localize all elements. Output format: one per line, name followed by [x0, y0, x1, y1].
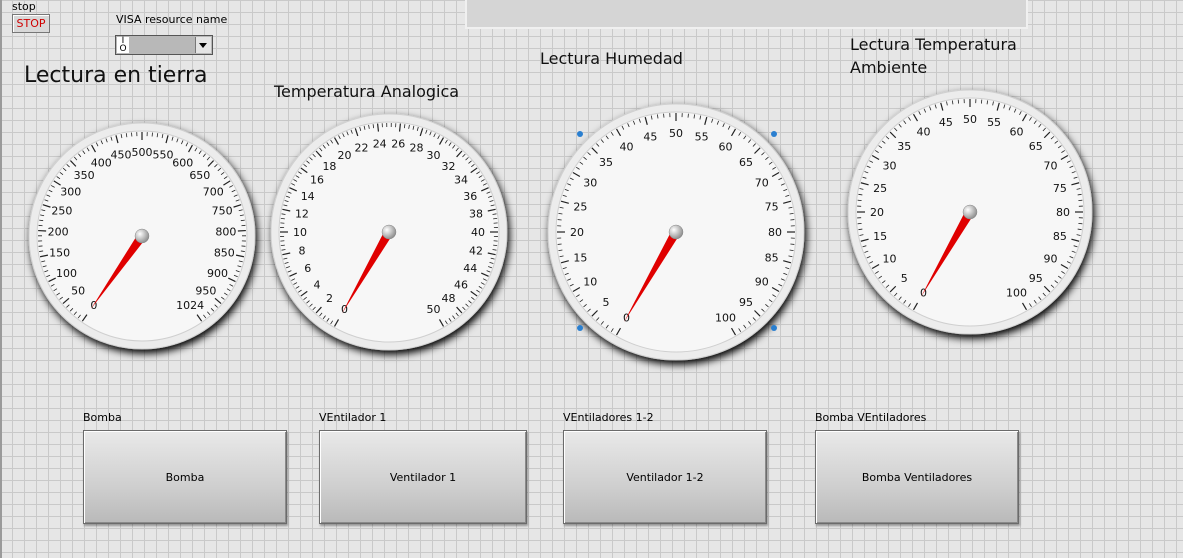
- selection-handle-bottom-left[interactable]: [577, 325, 583, 331]
- gauge-tick-label: 45: [939, 116, 953, 129]
- gauge-tick-label: 10: [882, 253, 896, 266]
- gauge-tick-label: 75: [1053, 182, 1067, 195]
- ventilador-1-button[interactable]: Ventilador 1: [319, 430, 527, 524]
- gauge-tick-label: 35: [897, 140, 911, 153]
- ventiladores-1-2-label: VEntiladores 1-2: [563, 411, 654, 424]
- gauge-tick-label: 80: [1056, 206, 1070, 219]
- selection-handle-top-left[interactable]: [577, 131, 583, 137]
- bomba-label: Bomba: [83, 411, 122, 424]
- gauge-tick-label: 95: [1029, 272, 1043, 285]
- bomba-ventiladores-button[interactable]: Bomba Ventiladores: [815, 430, 1019, 524]
- bomba-button[interactable]: Bomba: [83, 430, 287, 524]
- bomba-ventiladores-label: Bomba VEntiladores: [815, 411, 927, 424]
- gauge-needle-hub: [962, 204, 978, 220]
- gauge-tick-label: 25: [873, 182, 887, 195]
- gauge-tick-label: 15: [873, 230, 887, 243]
- gauge-tick-label: 90: [1044, 253, 1058, 266]
- gauge-tick-label: 70: [1044, 160, 1058, 173]
- ventilador-1-2-button[interactable]: Ventilador 1-2: [563, 430, 767, 524]
- selection-handle-top-right[interactable]: [771, 131, 777, 137]
- gauge-tick-label: 60: [1010, 125, 1024, 138]
- gauge-tick-label: 55: [987, 116, 1001, 129]
- gauge-tick-label: 20: [870, 206, 884, 219]
- gauge-tick-label: 40: [917, 125, 931, 138]
- gauge-tick-label: 5: [901, 272, 908, 285]
- selection-handle-bottom-right[interactable]: [771, 325, 777, 331]
- gauge-tick-label: 30: [882, 160, 896, 173]
- gauge-tick-label: 65: [1029, 140, 1043, 153]
- gauge-tick-label: 100: [1006, 287, 1027, 300]
- gauge-tick-label: 85: [1053, 230, 1067, 243]
- gauge-tick-label: 50: [963, 113, 977, 126]
- ventilador-1-label: VEntilador 1: [319, 411, 387, 424]
